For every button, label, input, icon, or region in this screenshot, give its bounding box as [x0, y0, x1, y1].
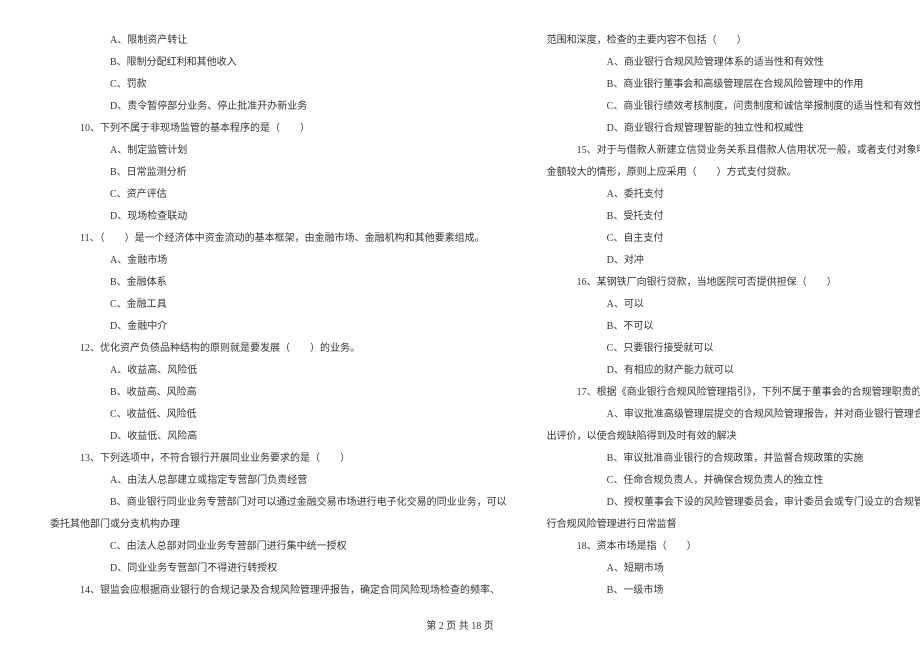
text-line: B、限制分配红利和其他收入	[110, 52, 507, 74]
page-content: A、限制资产转让B、限制分配红利和其他收入C、罚款D、责令暂停部分业务、停止批准…	[0, 0, 920, 602]
text-line: 11、（ ）是一个经济体中资金流动的基本框架，由金融市场、金融机构和其他要素组成…	[80, 228, 507, 250]
text-line: B、金融体系	[110, 272, 507, 294]
text-line: B、收益高、风险高	[110, 382, 507, 404]
text-line: A、可以	[607, 294, 920, 316]
text-line: A、委托支付	[607, 184, 920, 206]
text-line: 13、下列选项中，不符合银行开展同业业务要求的是（ ）	[80, 448, 507, 470]
text-line: D、责令暂停部分业务、停止批准开办新业务	[110, 96, 507, 118]
text-line: B、商业银行董事会和高级管理层在合规风险管理中的作用	[607, 74, 920, 96]
text-line: D、现场检查联动	[110, 206, 507, 228]
text-line: C、自主支付	[607, 228, 920, 250]
left-column: A、限制资产转让B、限制分配红利和其他收入C、罚款D、责令暂停部分业务、停止批准…	[50, 30, 507, 602]
text-line: C、金融工具	[110, 294, 507, 316]
text-line: 金额较大的情形，原则上应采用（ ）方式支付贷款。	[547, 162, 920, 184]
text-line: C、任命合规负责人，并确保合规负责人的独立性	[607, 470, 920, 492]
text-line: 委托其他部门或分支机构办理	[50, 514, 507, 536]
right-column: 范围和深度，检查的主要内容不包括（ ）A、商业银行合规风险管理体系的适当性和有效…	[547, 30, 920, 602]
text-line: B、受托支付	[607, 206, 920, 228]
text-line: C、罚款	[110, 74, 507, 96]
text-line: 15、对于与借款人新建立信贷业务关系且借款人信用状况一般，或者支付对象明确且单笔…	[577, 140, 920, 162]
text-line: A、金融市场	[110, 250, 507, 272]
text-line: B、日常监测分析	[110, 162, 507, 184]
text-line: 10、下列不属于非现场监管的基本程序的是（ ）	[80, 118, 507, 140]
text-line: D、同业业务专营部门不得进行转授权	[110, 558, 507, 580]
text-line: 17、根据《商业银行合规风险管理指引》，下列不属于董事会的合规管理职责的是（ ）	[577, 382, 920, 404]
text-line: A、商业银行合规风险管理体系的适当性和有效性	[607, 52, 920, 74]
text-line: C、只要银行接受就可以	[607, 338, 920, 360]
text-line: A、限制资产转让	[110, 30, 507, 52]
text-line: 18、资本市场是指（ ）	[577, 536, 920, 558]
text-line: A、收益高、风险低	[110, 360, 507, 382]
text-line: D、收益低、风险高	[110, 426, 507, 448]
text-line: D、有相应的财产能力就可以	[607, 360, 920, 382]
text-line: B、审议批准商业银行的合规政策，并监督合规政策的实施	[607, 448, 920, 470]
text-line: 14、银监会应根据商业银行的合规记录及合规风险管理评报告，确定合同风险现场检查的…	[80, 580, 507, 602]
page-footer: 第 2 页 共 18 页	[0, 617, 920, 632]
text-line: B、商业银行同业业务专营部门对可以通过金融交易市场进行电子化交易的同业业务，可以	[110, 492, 507, 514]
text-line: B、一级市场	[607, 580, 920, 602]
text-line: 行合规风险管理进行日常监督	[547, 514, 920, 536]
text-line: D、商业银行合规管理智能的独立性和权威性	[607, 118, 920, 140]
text-line: 12、优化资产负债品种结构的原则就是要发展（ ）的业务。	[80, 338, 507, 360]
text-line: D、金融中介	[110, 316, 507, 338]
text-line: B、不可以	[607, 316, 920, 338]
text-line: A、由法人总部建立或指定专营部门负责经营	[110, 470, 507, 492]
text-line: C、商业银行绩效考核制度，问责制度和诚信举报制度的适当性和有效性	[607, 96, 920, 118]
text-line: C、资产评估	[110, 184, 507, 206]
text-line: D、对冲	[607, 250, 920, 272]
text-line: 范围和深度，检查的主要内容不包括（ ）	[547, 30, 920, 52]
text-line: C、由法人总部对同业业务专营部门进行集中统一授权	[110, 536, 507, 558]
text-line: 出评价，以使合规缺陷得到及时有效的解决	[547, 426, 920, 448]
text-line: 16、某钢铁厂向银行贷款，当地医院可否提供担保（ ）	[577, 272, 920, 294]
text-line: A、审议批准高级管理层提交的合规风险管理报告，并对商业银行管理合规风险的有效性作	[607, 404, 920, 426]
text-line: A、短期市场	[607, 558, 920, 580]
text-line: D、授权董事会下设的风险管理委员会，审计委员会或专门设立的合规管理委员会对商业银	[607, 492, 920, 514]
text-line: C、收益低、风险低	[110, 404, 507, 426]
text-line: A、制定监管计划	[110, 140, 507, 162]
